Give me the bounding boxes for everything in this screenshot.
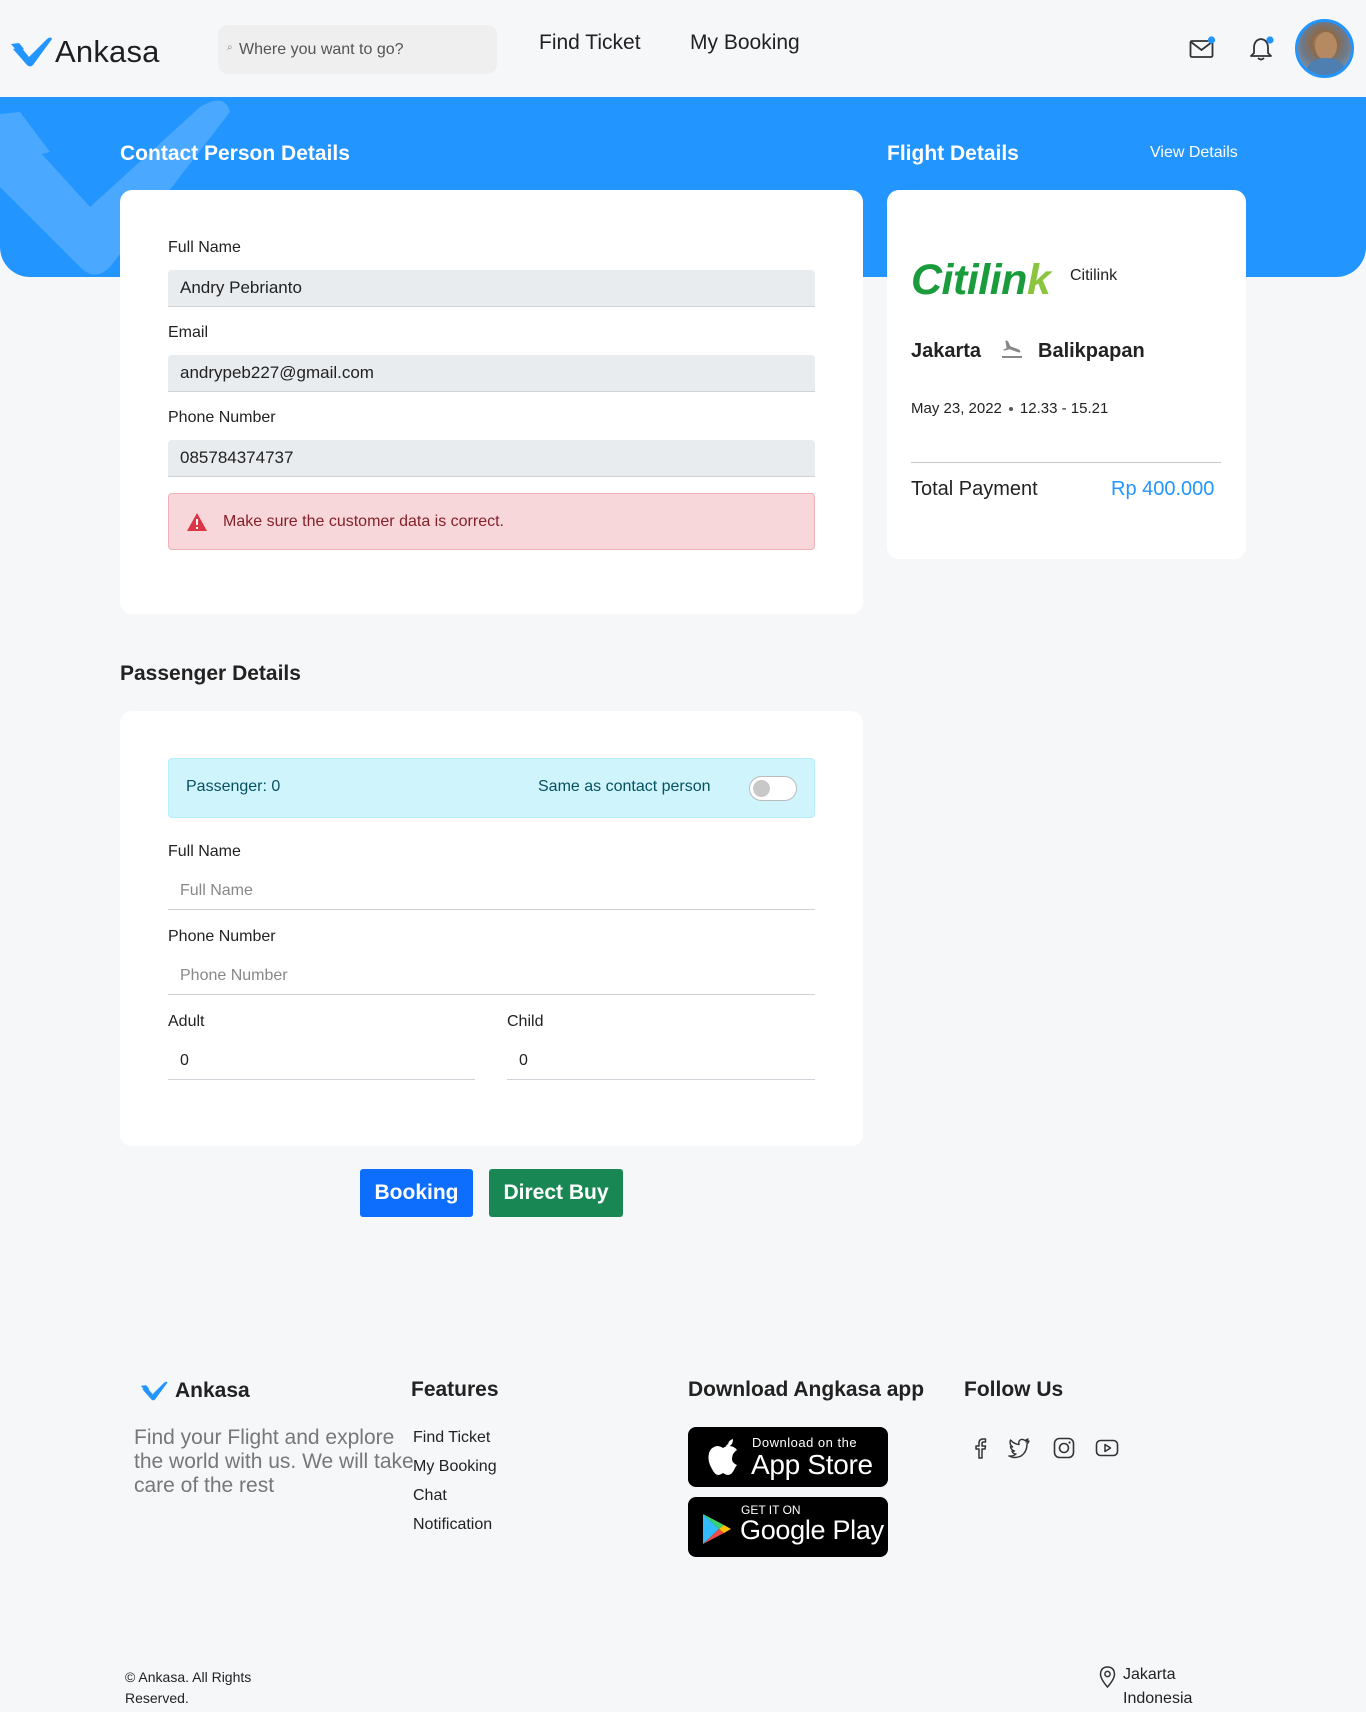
- arrival-city: Balikpapan: [1038, 340, 1145, 362]
- same-as-contact-toggle[interactable]: [749, 776, 797, 801]
- brand-logo[interactable]: Ankasa: [11, 34, 160, 70]
- contact-section-title: Contact Person Details: [120, 142, 350, 165]
- total-payment-value: Rp 400.000: [1111, 478, 1215, 500]
- adult-count-input[interactable]: [168, 1043, 475, 1080]
- footer-link-find-ticket[interactable]: Find Ticket: [413, 1428, 497, 1457]
- twitter-icon[interactable]: [1007, 1436, 1031, 1460]
- location-pin-icon: [1099, 1666, 1116, 1688]
- total-payment-label: Total Payment: [911, 478, 1038, 500]
- flight-section-title: Flight Details: [887, 142, 1019, 165]
- contact-phone-label: Phone Number: [168, 409, 276, 426]
- features-heading: Features: [411, 1378, 499, 1401]
- copyright-text: © Ankasa. All Rights Reserved.: [125, 1669, 252, 1706]
- same-as-contact-label: Same as contact person: [538, 778, 711, 795]
- google-play-icon: [703, 1514, 731, 1544]
- plane-landing-icon: [1002, 340, 1022, 358]
- nav-find-ticket[interactable]: Find Ticket: [539, 31, 641, 55]
- bell-icon[interactable]: [1248, 34, 1276, 62]
- contact-full-name-label: Full Name: [168, 239, 241, 256]
- youtube-icon[interactable]: [1095, 1436, 1119, 1460]
- passenger-phone-input[interactable]: [168, 958, 815, 995]
- passenger-section-title: Passenger Details: [120, 662, 301, 685]
- location-text: Jakarta Indonesia: [1123, 1666, 1193, 1707]
- app-store-badge[interactable]: Download on the App Store: [688, 1427, 888, 1487]
- top-header: Ankasa ⌕ Find Ticket My Booking: [0, 0, 1366, 97]
- airline-name: Citilink: [1070, 267, 1118, 284]
- passenger-details-card: Passenger: 0 Same as contact person Full…: [120, 711, 863, 1146]
- search-icon: ⌕: [227, 41, 233, 53]
- footer-link-chat[interactable]: Chat: [413, 1486, 497, 1515]
- data-warning-alert: Make sure the customer data is correct.: [168, 493, 815, 550]
- passenger-info-bar: Passenger: 0 Same as contact person: [168, 758, 815, 818]
- child-label: Child: [507, 1013, 544, 1030]
- apple-icon: [708, 1439, 737, 1475]
- flight-time: 12.33 - 15.21: [1019, 400, 1109, 417]
- google-play-badge[interactable]: GET IT ON Google Play: [688, 1497, 888, 1557]
- adult-label: Adult: [168, 1013, 205, 1030]
- footer-link-notification[interactable]: Notification: [413, 1515, 497, 1544]
- instagram-icon[interactable]: [1052, 1436, 1076, 1460]
- search-box[interactable]: ⌕: [218, 25, 497, 74]
- google-play-big-text: Google Play: [740, 1515, 884, 1545]
- brand-name: Ankasa: [55, 34, 160, 69]
- flight-schedule: May 23, 2022 12.33 - 15.21: [911, 400, 1108, 417]
- passenger-count: Passenger: 0: [186, 778, 281, 795]
- child-count-input[interactable]: [507, 1043, 815, 1080]
- app-store-small-text: Download on the: [752, 1435, 858, 1450]
- search-input[interactable]: [239, 40, 479, 59]
- contact-email-input[interactable]: [168, 355, 815, 392]
- features-links: Find Ticket My Booking Chat Notification: [413, 1428, 497, 1544]
- contact-details-card: Full Name Email Phone Number Make sure t…: [120, 190, 863, 614]
- app-store-big-text: App Store: [751, 1449, 873, 1480]
- contact-email-label: Email: [168, 324, 209, 341]
- plane-logo-icon: [11, 37, 52, 67]
- contact-phone-input[interactable]: [168, 440, 815, 477]
- airline-logo: Citilink: [911, 256, 1051, 304]
- nav-my-booking[interactable]: My Booking: [690, 31, 800, 55]
- footer-link-my-booking[interactable]: My Booking: [413, 1457, 497, 1486]
- divider: [911, 462, 1221, 463]
- booking-button[interactable]: Booking: [360, 1169, 473, 1217]
- avatar-shirt: [1304, 58, 1348, 75]
- toggle-knob: [753, 780, 770, 797]
- avatar-face: [1315, 32, 1337, 60]
- direct-buy-button[interactable]: Direct Buy: [489, 1169, 623, 1217]
- footer-logo[interactable]: Ankasa: [139, 1379, 250, 1403]
- view-details-link[interactable]: View Details: [1150, 144, 1238, 162]
- flight-details-card: Citilink Citilink Jakarta Balikpapan May…: [887, 190, 1246, 559]
- follow-heading: Follow Us: [964, 1378, 1064, 1401]
- plane-logo-icon: [140, 1381, 168, 1401]
- flight-date: May 23, 2022: [911, 400, 1002, 417]
- passenger-full-name-input[interactable]: [168, 873, 815, 910]
- footer-tagline: Find your Flight and explore the world w…: [134, 1426, 414, 1497]
- download-heading: Download Angkasa app: [688, 1378, 925, 1401]
- departure-city: Jakarta: [911, 340, 982, 362]
- location: Jakarta Indonesia: [1098, 1663, 1223, 1711]
- passenger-phone-label: Phone Number: [168, 928, 276, 945]
- contact-full-name-input[interactable]: [168, 270, 815, 307]
- user-avatar[interactable]: [1295, 19, 1354, 78]
- warning-icon: [187, 512, 207, 531]
- passenger-full-name-label: Full Name: [168, 843, 241, 860]
- footer-brand-name: Ankasa: [175, 1379, 250, 1402]
- separator-dot: [1008, 406, 1013, 411]
- facebook-icon[interactable]: [969, 1436, 993, 1460]
- alert-text: Make sure the customer data is correct.: [223, 512, 504, 530]
- mail-icon[interactable]: [1189, 36, 1216, 60]
